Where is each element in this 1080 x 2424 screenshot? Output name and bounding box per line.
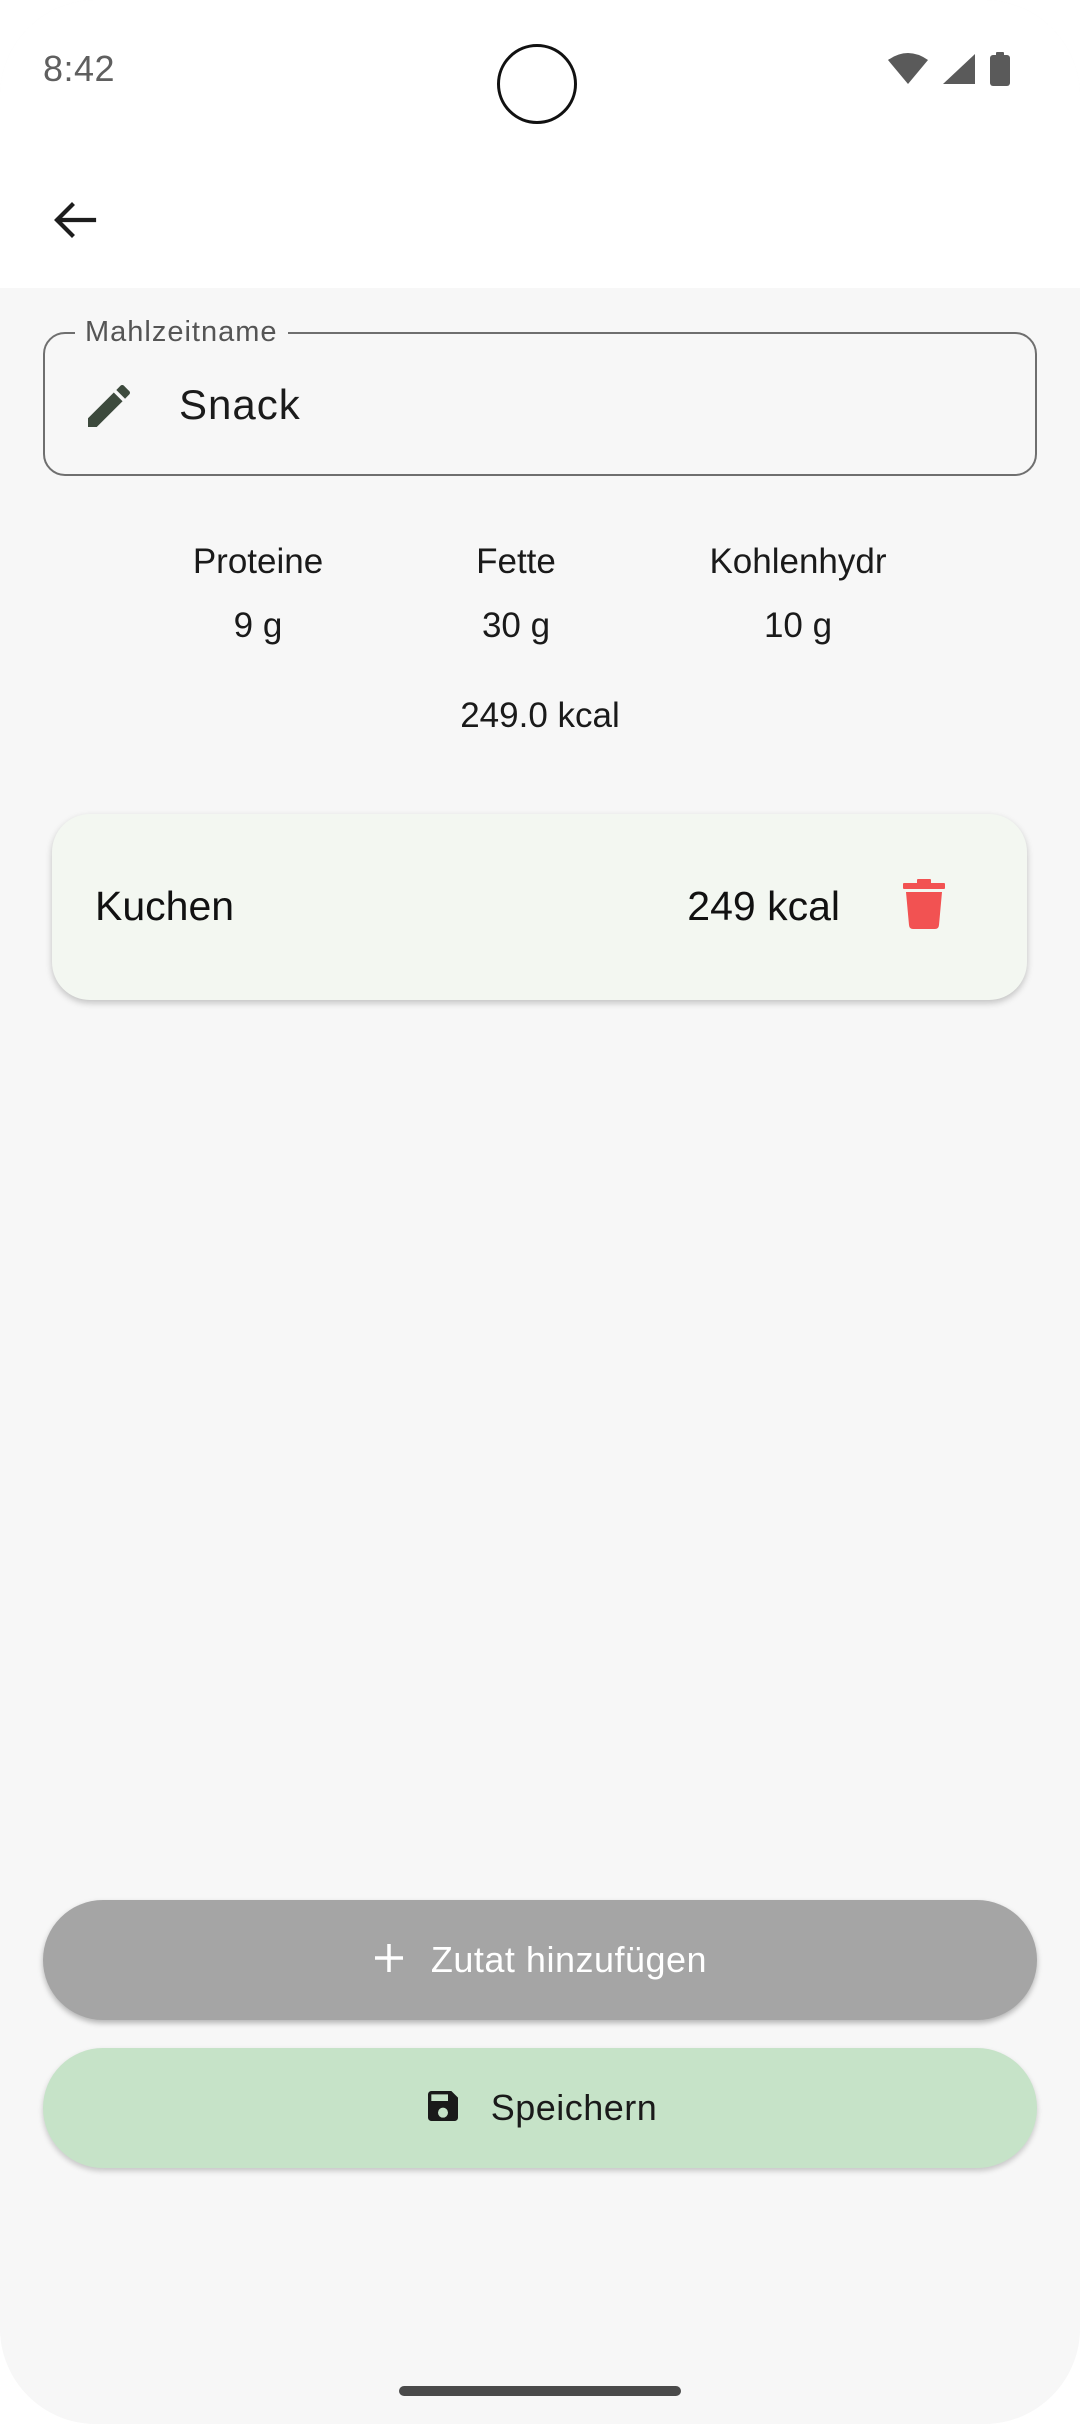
phone-screen: 8:42 Mahlzeitname Snack Proteine 9 g Fet… xyxy=(0,0,1080,2424)
macro-label: Proteine xyxy=(192,542,324,581)
back-button[interactable] xyxy=(36,184,112,260)
ingredient-kcal: 249 kcal xyxy=(687,883,840,929)
pencil-icon xyxy=(81,378,137,434)
add-ingredient-button[interactable]: Zutat hinzufügen xyxy=(43,1900,1037,2020)
app-bar xyxy=(0,140,1080,288)
status-bar: 8:42 xyxy=(0,0,1080,140)
macro-summary: Proteine 9 g Fette 30 g Kohlenhydr 10 g xyxy=(0,542,1080,702)
macro-value: 9 g xyxy=(233,606,283,645)
status-time: 8:42 xyxy=(43,48,116,89)
macro-label: Kohlenhydr xyxy=(709,542,887,581)
meal-editor: Mahlzeitname Proteine 9 g Fette 30 g Koh… xyxy=(0,288,1080,2424)
status-icons xyxy=(888,52,1010,86)
ingredient-card[interactable]: Kuchen 249 kcal xyxy=(52,814,1027,1000)
save-icon xyxy=(423,2086,463,2131)
arrow-back-icon xyxy=(50,196,98,249)
plus-icon xyxy=(373,1942,405,1979)
home-indicator[interactable] xyxy=(399,2386,681,2396)
delete-ingredient-button[interactable] xyxy=(892,874,956,938)
meal-name-label: Mahlzeitname xyxy=(75,314,288,350)
trash-icon xyxy=(903,878,945,934)
macro-protein: Proteine 9 g xyxy=(128,542,388,646)
macro-value: 10 g xyxy=(763,606,833,645)
total-kcal: 249.0 kcal xyxy=(460,696,620,735)
save-label: Speichern xyxy=(490,2087,658,2128)
front-camera xyxy=(497,44,577,124)
save-button[interactable]: Speichern xyxy=(43,2048,1037,2168)
meal-name-field[interactable]: Mahlzeitname xyxy=(43,314,1037,476)
ingredient-name: Kuchen xyxy=(95,883,235,929)
meal-name-input[interactable] xyxy=(179,372,979,438)
battery-icon xyxy=(990,52,1010,86)
macro-label: Fette xyxy=(476,542,556,581)
macro-fat: Fette 30 g xyxy=(386,542,646,646)
signal-icon xyxy=(942,53,976,85)
wifi-icon xyxy=(888,53,928,85)
macro-carbs: Kohlenhydr 10 g xyxy=(668,542,928,646)
add-ingredient-label: Zutat hinzufügen xyxy=(430,1939,708,1980)
macro-value: 30 g xyxy=(481,606,551,645)
